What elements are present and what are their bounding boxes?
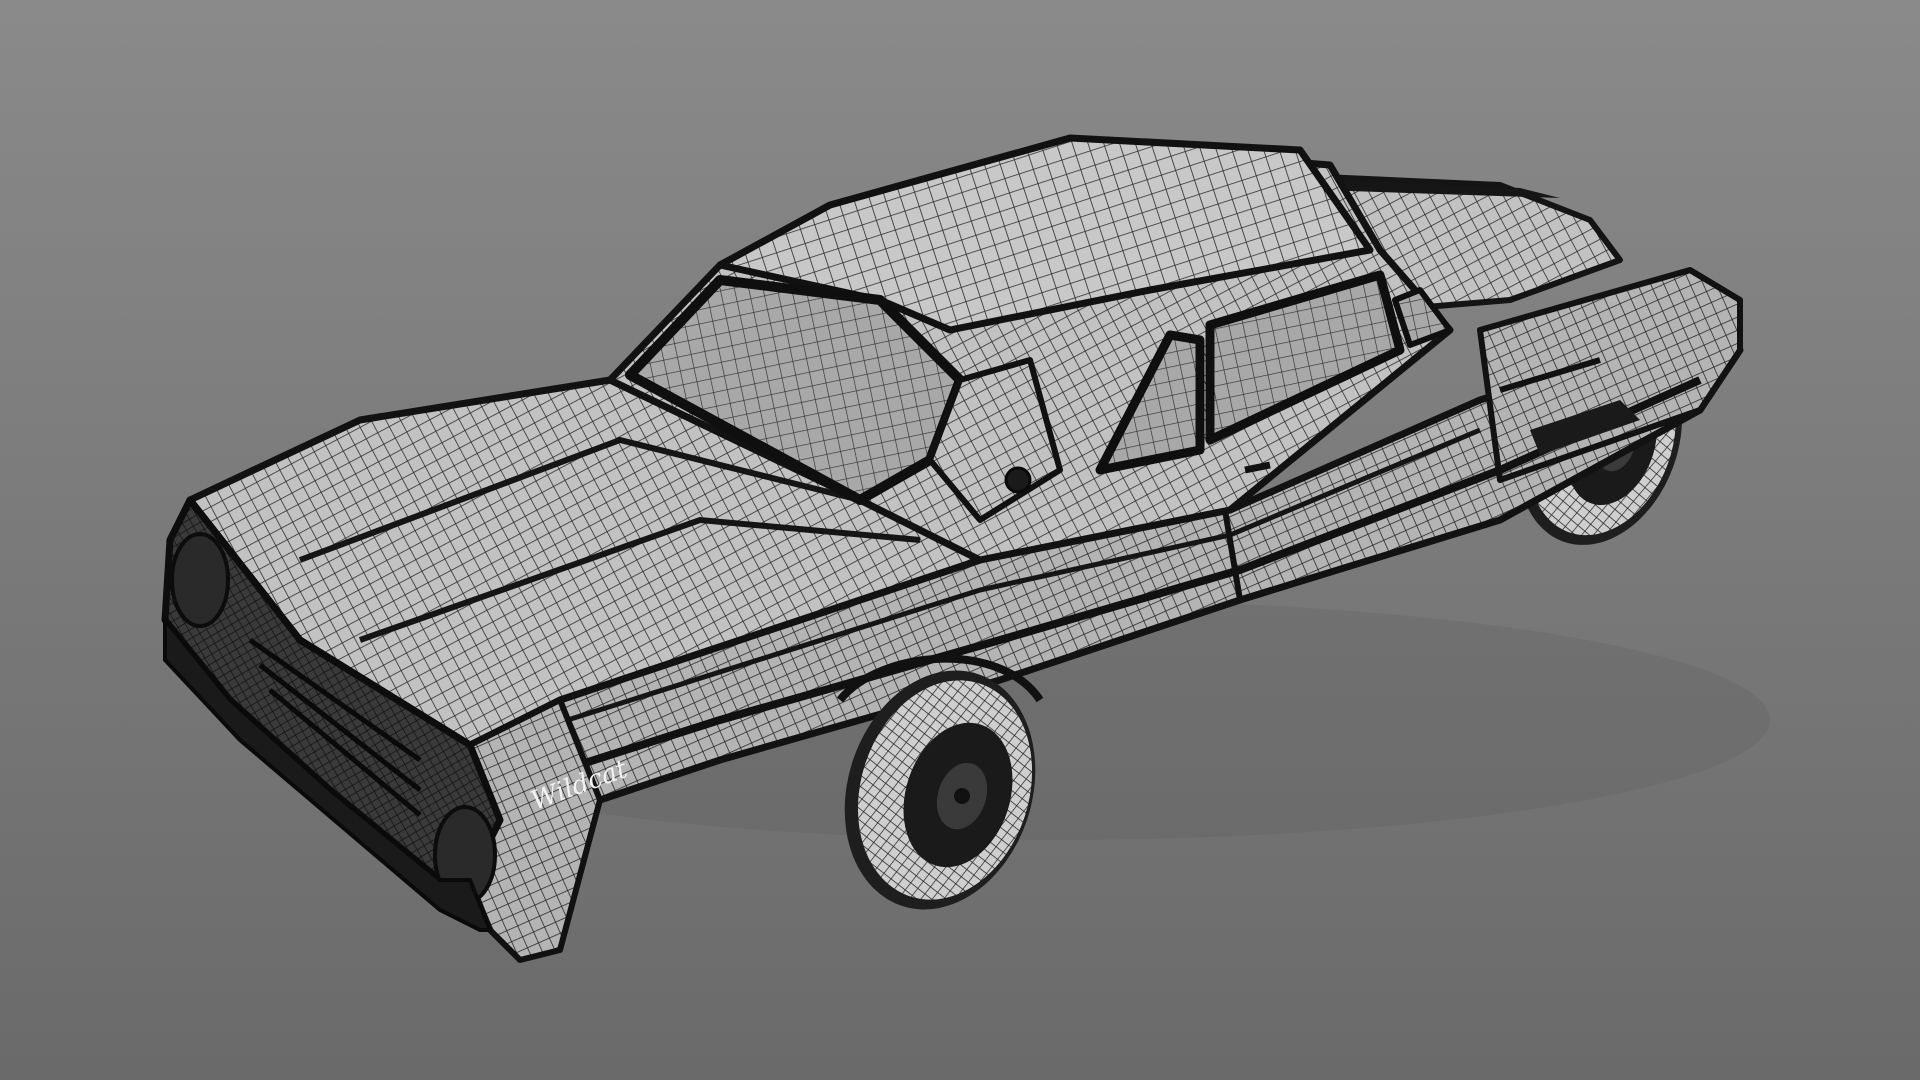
door-handle — [1244, 461, 1271, 474]
wireframe-render: Wildcat — [0, 0, 1920, 1080]
side-mirror — [1004, 466, 1032, 494]
viewport: Wildcat — [0, 0, 1920, 1080]
headlight-left — [170, 532, 230, 628]
